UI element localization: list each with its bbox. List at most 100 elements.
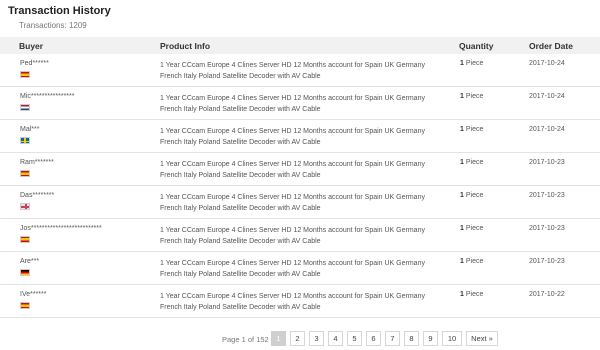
product-line-1: 1 Year CCcam Europe 4 Clines Server HD 1…	[160, 194, 425, 201]
table-row: Mal*** 1 Year CCcam Europe 4 Clines Serve…	[0, 120, 600, 153]
order-date: 2017-10-22	[529, 291, 565, 298]
column-header-buyer: Buyer	[19, 41, 44, 51]
product-line-1: 1 Year CCcam Europe 4 Clines Server HD 1…	[160, 95, 425, 102]
buyer-name: Ped******	[20, 60, 49, 67]
table-row: IVe****** 1 Year CCcam Europe 4 Clines Se…	[0, 285, 600, 318]
quantity: 1 Piece	[460, 93, 483, 100]
quantity-unit: Piece	[465, 225, 484, 232]
product-line-1: 1 Year CCcam Europe 4 Clines Server HD 1…	[160, 128, 425, 135]
product-line-2: French Italy Poland Satellite Decoder wi…	[160, 205, 321, 212]
quantity: 1 Piece	[460, 126, 483, 133]
pagination-label: Page 1 of 152	[222, 335, 269, 344]
product-line-2: French Italy Poland Satellite Decoder wi…	[160, 139, 321, 146]
product-line-2: French Italy Poland Satellite Decoder wi…	[160, 172, 321, 179]
product-line-2: French Italy Poland Satellite Decoder wi…	[160, 271, 321, 278]
quantity: 1 Piece	[460, 258, 483, 265]
product-info: 1 Year CCcam Europe 4 Clines Server HD 1…	[160, 126, 450, 148]
buyer-name: IVe******	[20, 291, 47, 298]
order-date: 2017-10-24	[529, 126, 565, 133]
product-line-1: 1 Year CCcam Europe 4 Clines Server HD 1…	[160, 293, 425, 300]
page-button-8[interactable]: 8	[404, 331, 419, 346]
spain-flag-icon	[20, 236, 30, 243]
page-button-4[interactable]: 4	[328, 331, 343, 346]
pagination: Page 1 of 152 1 2 3 4 5 6 7 8 9 10 Next »	[0, 331, 600, 347]
table-row: Ram******* 1 Year CCcam Europe 4 Clines S…	[0, 153, 600, 186]
quantity-unit: Piece	[465, 192, 484, 199]
column-header-quantity: Quantity	[459, 41, 494, 51]
product-line-1: 1 Year CCcam Europe 4 Clines Server HD 1…	[160, 62, 425, 69]
page-button-6[interactable]: 6	[366, 331, 381, 346]
order-date: 2017-10-23	[529, 225, 565, 232]
next-page-button[interactable]: Next »	[466, 331, 498, 346]
table-row: Mic**************** 1 Year CCcam Europe 4…	[0, 87, 600, 120]
quantity-unit: Piece	[465, 60, 484, 67]
spain-flag-icon	[20, 302, 30, 309]
product-line-1: 1 Year CCcam Europe 4 Clines Server HD 1…	[160, 161, 425, 168]
product-line-2: French Italy Poland Satellite Decoder wi…	[160, 73, 321, 80]
quantity-number: 1	[460, 126, 464, 133]
spain-flag-icon	[20, 71, 30, 78]
quantity: 1 Piece	[460, 60, 483, 67]
transaction-table: Ped****** 1 Year CCcam Europe 4 Clines Se…	[0, 54, 600, 318]
order-date: 2017-10-23	[529, 192, 565, 199]
order-date: 2017-10-24	[529, 93, 565, 100]
product-info: 1 Year CCcam Europe 4 Clines Server HD 1…	[160, 258, 450, 280]
table-row: Are*** 1 Year CCcam Europe 4 Clines Serve…	[0, 252, 600, 285]
order-date: 2017-10-24	[529, 60, 565, 67]
buyer-name: Ram*******	[20, 159, 54, 166]
buyer-name: Mal***	[20, 126, 40, 133]
quantity: 1 Piece	[460, 225, 483, 232]
product-info: 1 Year CCcam Europe 4 Clines Server HD 1…	[160, 291, 450, 313]
buyer-name: Das********	[20, 192, 55, 199]
product-info: 1 Year CCcam Europe 4 Clines Server HD 1…	[160, 192, 450, 214]
product-line-1: 1 Year CCcam Europe 4 Clines Server HD 1…	[160, 227, 425, 234]
order-date: 2017-10-23	[529, 258, 565, 265]
quantity: 1 Piece	[460, 192, 483, 199]
quantity-number: 1	[460, 93, 464, 100]
transaction-count: Transactions: 1209	[19, 21, 87, 30]
order-date: 2017-10-23	[529, 159, 565, 166]
page-button-10[interactable]: 10	[442, 331, 462, 346]
quantity: 1 Piece	[460, 291, 483, 298]
quantity: 1 Piece	[460, 159, 483, 166]
quantity-unit: Piece	[465, 126, 484, 133]
product-info: 1 Year CCcam Europe 4 Clines Server HD 1…	[160, 93, 450, 115]
product-info: 1 Year CCcam Europe 4 Clines Server HD 1…	[160, 159, 450, 181]
product-line-2: French Italy Poland Satellite Decoder wi…	[160, 304, 321, 311]
buyer-name: Mic****************	[20, 93, 75, 100]
table-row: Das******** 1 Year CCcam Europe 4 Clines …	[0, 186, 600, 219]
quantity-number: 1	[460, 258, 464, 265]
table-row: Jos************************** 1 Year CCca…	[0, 219, 600, 252]
netherlands-flag-icon	[20, 104, 30, 111]
quantity-unit: Piece	[465, 159, 484, 166]
table-row: Ped****** 1 Year CCcam Europe 4 Clines Se…	[0, 54, 600, 87]
product-line-2: French Italy Poland Satellite Decoder wi…	[160, 106, 321, 113]
page-button-7[interactable]: 7	[385, 331, 400, 346]
product-line-1: 1 Year CCcam Europe 4 Clines Server HD 1…	[160, 260, 425, 267]
product-line-2: French Italy Poland Satellite Decoder wi…	[160, 238, 321, 245]
page-button-9[interactable]: 9	[423, 331, 438, 346]
buyer-name: Are***	[20, 258, 40, 265]
quantity-unit: Piece	[465, 258, 484, 265]
germany-flag-icon	[20, 269, 30, 276]
page-button-1[interactable]: 1	[271, 331, 286, 346]
quantity-unit: Piece	[465, 93, 484, 100]
quantity-number: 1	[460, 225, 464, 232]
product-info: 1 Year CCcam Europe 4 Clines Server HD 1…	[160, 225, 450, 247]
page-button-3[interactable]: 3	[309, 331, 324, 346]
buyer-name: Jos**************************	[20, 225, 102, 232]
quantity-number: 1	[460, 192, 464, 199]
spain-flag-icon	[20, 170, 30, 177]
quantity-number: 1	[460, 159, 464, 166]
uk-flag-icon	[20, 203, 30, 210]
sweden-flag-icon	[20, 137, 30, 144]
table-header: Buyer Product Info Quantity Order Date	[0, 37, 600, 54]
quantity-number: 1	[460, 60, 464, 67]
page-button-2[interactable]: 2	[290, 331, 305, 346]
quantity-unit: Piece	[465, 291, 484, 298]
page-title: Transaction History	[8, 5, 111, 17]
column-header-date: Order Date	[529, 41, 573, 51]
column-header-product: Product Info	[160, 41, 211, 51]
product-info: 1 Year CCcam Europe 4 Clines Server HD 1…	[160, 60, 450, 82]
page-button-5[interactable]: 5	[347, 331, 362, 346]
